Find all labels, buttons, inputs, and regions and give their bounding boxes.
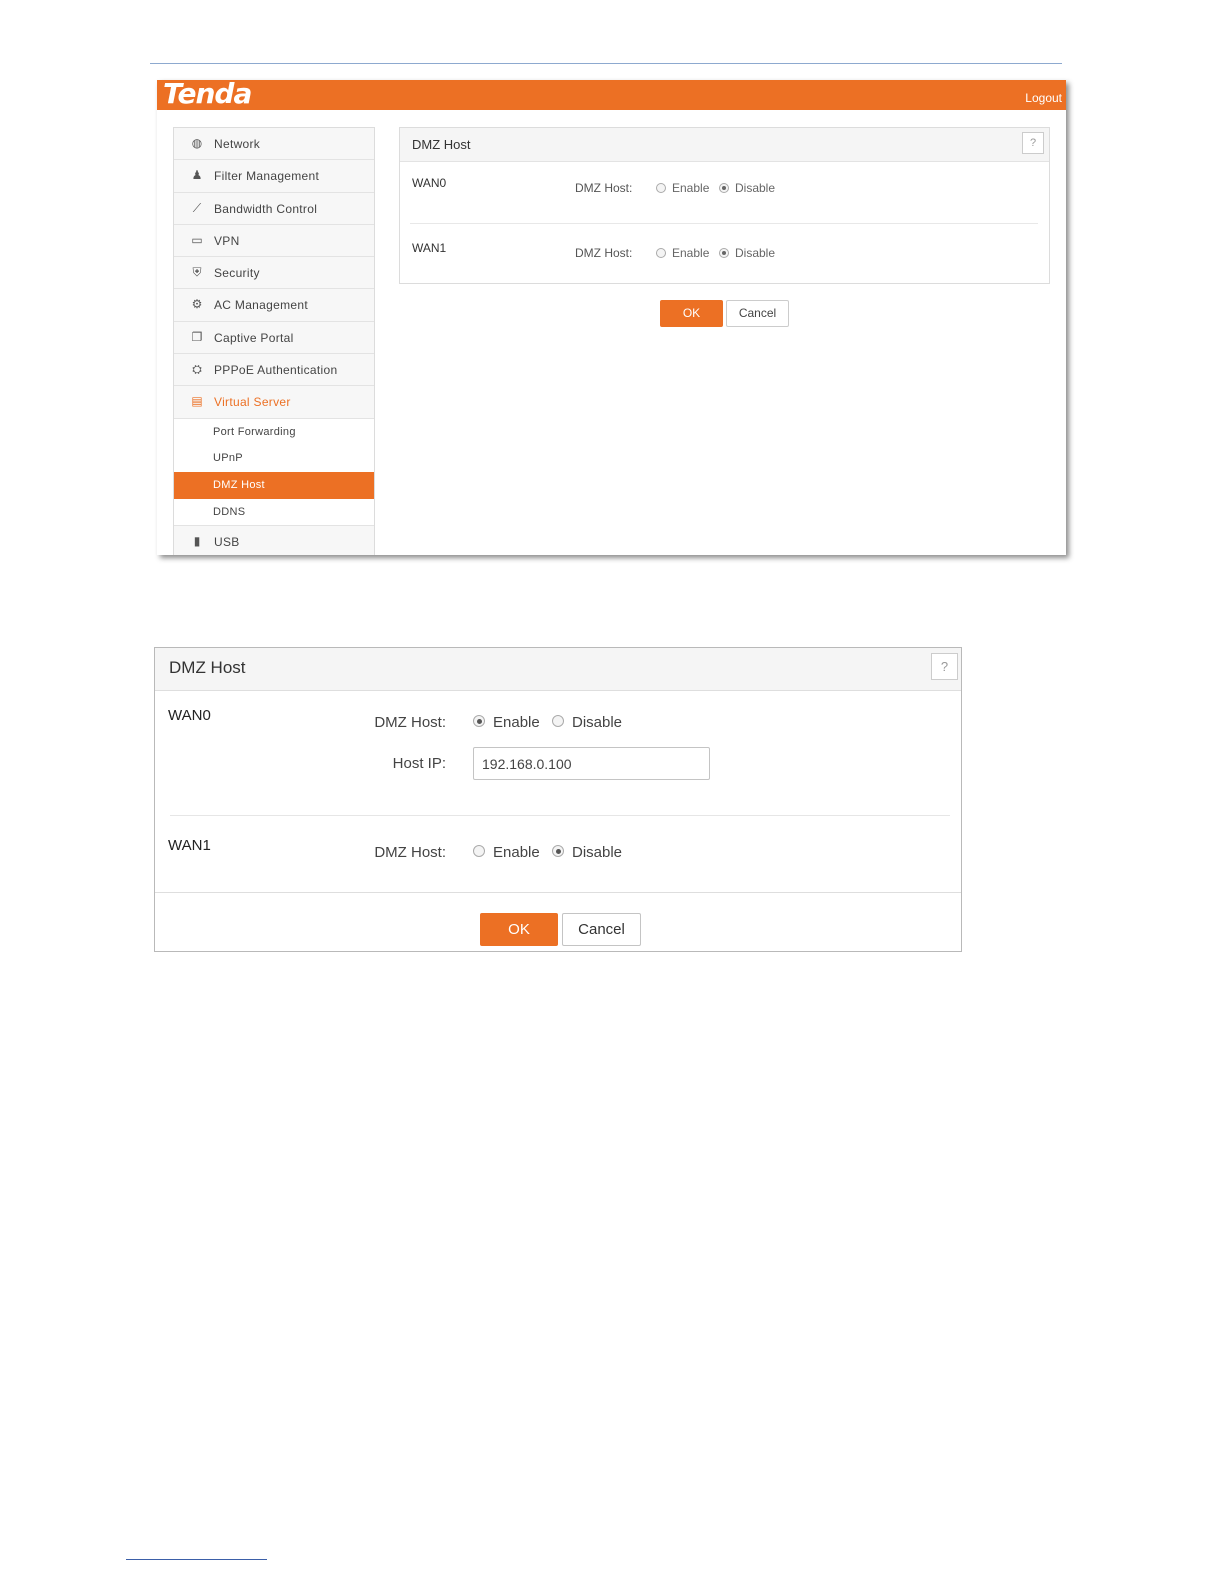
sidebar-subitem-ddns[interactable]: DDNS <box>174 498 374 527</box>
tenda-logo: Tenda <box>163 80 252 110</box>
section-divider <box>170 815 950 816</box>
panel-header: DMZ Host ? <box>400 128 1049 162</box>
wan1-disable-option[interactable]: Disable <box>552 844 622 861</box>
dmz-host-panel: DMZ Host ? WAN0 DMZ Host: Enable Disable… <box>399 127 1050 284</box>
wan0-dmz-host-label: DMZ Host: <box>374 714 446 731</box>
sidebar-item-label: USB <box>214 535 240 550</box>
radio-unchecked-icon[interactable] <box>552 715 564 727</box>
wan0-dmz-host-label: DMZ Host: <box>575 181 633 195</box>
top-header-bar: Tenda Logout <box>157 80 1066 110</box>
wan0-enable-option[interactable]: Enable <box>656 181 709 195</box>
wan1-label: WAN1 <box>168 837 211 854</box>
option-label: Enable <box>672 181 710 195</box>
option-label: Enable <box>672 246 710 260</box>
sidebar-nav: ◍ Network ♟ Filter Management ⟋ Bandwidt… <box>173 127 375 555</box>
panel-title: DMZ Host <box>412 137 471 152</box>
sidebar-item-virtual-server[interactable]: ▤ Virtual Server <box>174 386 374 419</box>
sidebar-subitem-dmz-host[interactable]: DMZ Host <box>174 472 374 499</box>
monitor-icon: ▭ <box>191 232 203 247</box>
sidebar-item-bandwidth-control[interactable]: ⟋ Bandwidth Control <box>174 192 374 225</box>
radio-unchecked-icon[interactable] <box>656 248 666 258</box>
option-label: Disable <box>572 844 623 861</box>
section-divider <box>410 223 1038 224</box>
option-label: Disable <box>572 714 623 731</box>
portal-icon: ❐ <box>191 329 203 344</box>
sidebar-subitem-label: UPnP <box>213 452 243 465</box>
wan1-enable-option[interactable]: Enable <box>656 246 709 260</box>
sidebar-item-security[interactable]: ⛨ Security <box>174 257 374 290</box>
sidebar-subitem-label: Port Forwarding <box>213 425 296 438</box>
footer-divider <box>155 892 961 893</box>
radio-unchecked-icon[interactable] <box>473 845 485 857</box>
sidebar-item-network[interactable]: ◍ Network <box>174 128 374 161</box>
user-filter-icon: ♟ <box>191 168 203 183</box>
option-label: Enable <box>493 714 540 731</box>
radio-checked-icon[interactable] <box>473 715 485 727</box>
sidebar-item-captive-portal[interactable]: ❐ Captive Portal <box>174 321 374 355</box>
host-ip-label: Host IP: <box>392 755 446 772</box>
radio-unchecked-icon[interactable] <box>656 183 666 193</box>
dmz-host-detail-screenshot: DMZ Host ? WAN0 DMZ Host: Enable Disable… <box>154 647 962 952</box>
host-ip-input[interactable] <box>473 747 710 780</box>
sidebar-item-label: VPN <box>214 233 240 248</box>
wan1-dmz-host-label: DMZ Host: <box>374 844 446 861</box>
globe-icon: ◍ <box>191 136 203 150</box>
wan1-label: WAN1 <box>412 241 447 255</box>
sidebar-item-pppoe-authentication[interactable]: ⛭ PPPoE Authentication <box>174 354 374 387</box>
radio-checked-icon[interactable] <box>719 248 729 258</box>
option-label: Enable <box>493 844 540 861</box>
sidebar-item-label: Virtual Server <box>214 395 291 410</box>
page-header-rule <box>150 63 1062 64</box>
server-icon: ▤ <box>191 394 203 409</box>
panel-header: DMZ Host ? <box>155 648 961 691</box>
sidebar-item-ac-management[interactable]: ⚙ AC Management <box>174 289 374 322</box>
sidebar-item-label: Captive Portal <box>214 330 294 345</box>
cancel-button[interactable]: Cancel <box>562 913 641 946</box>
usb-icon: ▮ <box>193 534 201 549</box>
pppoe-icon: ⛭ <box>192 362 202 377</box>
sidebar-subitem-label: DDNS <box>213 505 246 518</box>
sidebar-item-label: Network <box>214 137 261 151</box>
help-button[interactable]: ? <box>1022 132 1044 154</box>
wan0-disable-option[interactable]: Disable <box>719 181 775 195</box>
sidebar-item-label: Bandwidth Control <box>214 201 318 216</box>
cancel-button[interactable]: Cancel <box>726 300 789 327</box>
sidebar-subitem-label: DMZ Host <box>213 479 265 492</box>
option-label: Disable <box>735 181 776 195</box>
radio-checked-icon[interactable] <box>719 183 729 193</box>
sidebar-item-usb[interactable]: ▮ USB <box>174 526 374 555</box>
shield-icon: ⛨ <box>192 265 202 280</box>
panel-title: DMZ Host <box>169 658 246 677</box>
help-button[interactable]: ? <box>931 653 958 680</box>
wan0-enable-option[interactable]: Enable <box>473 714 540 731</box>
wan1-dmz-host-label: DMZ Host: <box>575 246 633 260</box>
option-label: Disable <box>735 246 776 260</box>
sidebar-subitem-upnp[interactable]: UPnP <box>174 445 374 473</box>
sidebar-item-filter-management[interactable]: ♟ Filter Management <box>174 160 374 193</box>
ok-button[interactable]: OK <box>660 300 723 327</box>
sidebar-item-label: Security <box>214 266 260 281</box>
wan1-enable-option[interactable]: Enable <box>473 844 540 861</box>
wan0-disable-option[interactable]: Disable <box>552 714 622 731</box>
chart-line-icon: ⟋ <box>192 200 202 215</box>
sidebar-item-label: Filter Management <box>214 169 320 184</box>
sidebar-subitem-port-forwarding[interactable]: Port Forwarding <box>174 418 374 446</box>
radio-checked-icon[interactable] <box>552 845 564 857</box>
wan0-label: WAN0 <box>168 707 211 724</box>
footer-link-underline <box>126 1559 267 1560</box>
logout-link[interactable]: Logout <box>1025 91 1062 105</box>
ok-button[interactable]: OK <box>480 913 558 946</box>
sidebar-item-label: AC Management <box>214 298 308 313</box>
sidebar-item-vpn[interactable]: ▭ VPN <box>174 224 374 258</box>
ac-management-icon: ⚙ <box>191 297 203 312</box>
sidebar-item-label: PPPoE Authentication <box>214 363 338 378</box>
router-admin-screenshot: Tenda Logout ◍ Network ♟ Filter Manageme… <box>157 80 1066 555</box>
wan0-label: WAN0 <box>412 176 447 190</box>
wan1-disable-option[interactable]: Disable <box>719 246 775 260</box>
